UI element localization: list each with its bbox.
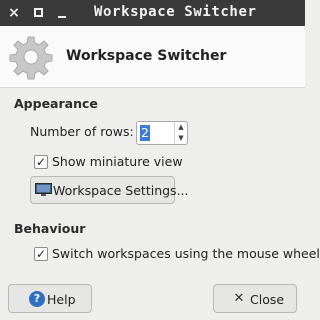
rows-label: Number of rows: (30, 124, 134, 139)
behaviour-heading: Behaviour (14, 221, 86, 236)
window-close-icon[interactable]: × (6, 5, 22, 21)
close-label: Close (250, 292, 285, 307)
show-miniature-checkbox[interactable]: ✓ (34, 155, 48, 169)
gear-icon (9, 36, 53, 80)
decrement-icon[interactable]: ▼ (175, 133, 187, 144)
switch-workspaces-label[interactable]: Switch workspaces using the mouse wheel (52, 246, 320, 261)
help-button[interactable]: ? Help (8, 284, 92, 313)
rows-value[interactable]: 2 (140, 125, 150, 141)
window-minimize-icon[interactable] (54, 5, 70, 21)
close-icon: ✕ (233, 291, 245, 306)
window-titlebar[interactable]: × Workspace Switcher (0, 0, 305, 26)
workspace-settings-button[interactable]: Workspace Settings... (30, 176, 189, 204)
increment-icon[interactable]: ▲ (175, 122, 187, 133)
dialog-header: Workspace Switcher (0, 26, 305, 88)
appearance-heading: Appearance (14, 96, 98, 111)
close-button[interactable]: ✕ Close (213, 284, 297, 313)
dialog-title: Workspace Switcher (66, 48, 227, 64)
window-title: Workspace Switcher (94, 4, 257, 20)
show-miniature-label[interactable]: Show miniature view (52, 154, 183, 169)
switch-workspaces-checkbox[interactable]: ✓ (34, 247, 48, 261)
workspace-settings-label: Workspace Settings... (53, 183, 189, 198)
help-label: Help (47, 292, 76, 307)
rows-stepper[interactable]: ▲ ▼ (174, 122, 187, 144)
window-maximize-icon[interactable] (30, 5, 46, 21)
help-icon: ? (29, 291, 45, 307)
rows-spinbutton[interactable]: 2 ▲ ▼ (136, 121, 188, 145)
monitor-icon (35, 183, 52, 196)
